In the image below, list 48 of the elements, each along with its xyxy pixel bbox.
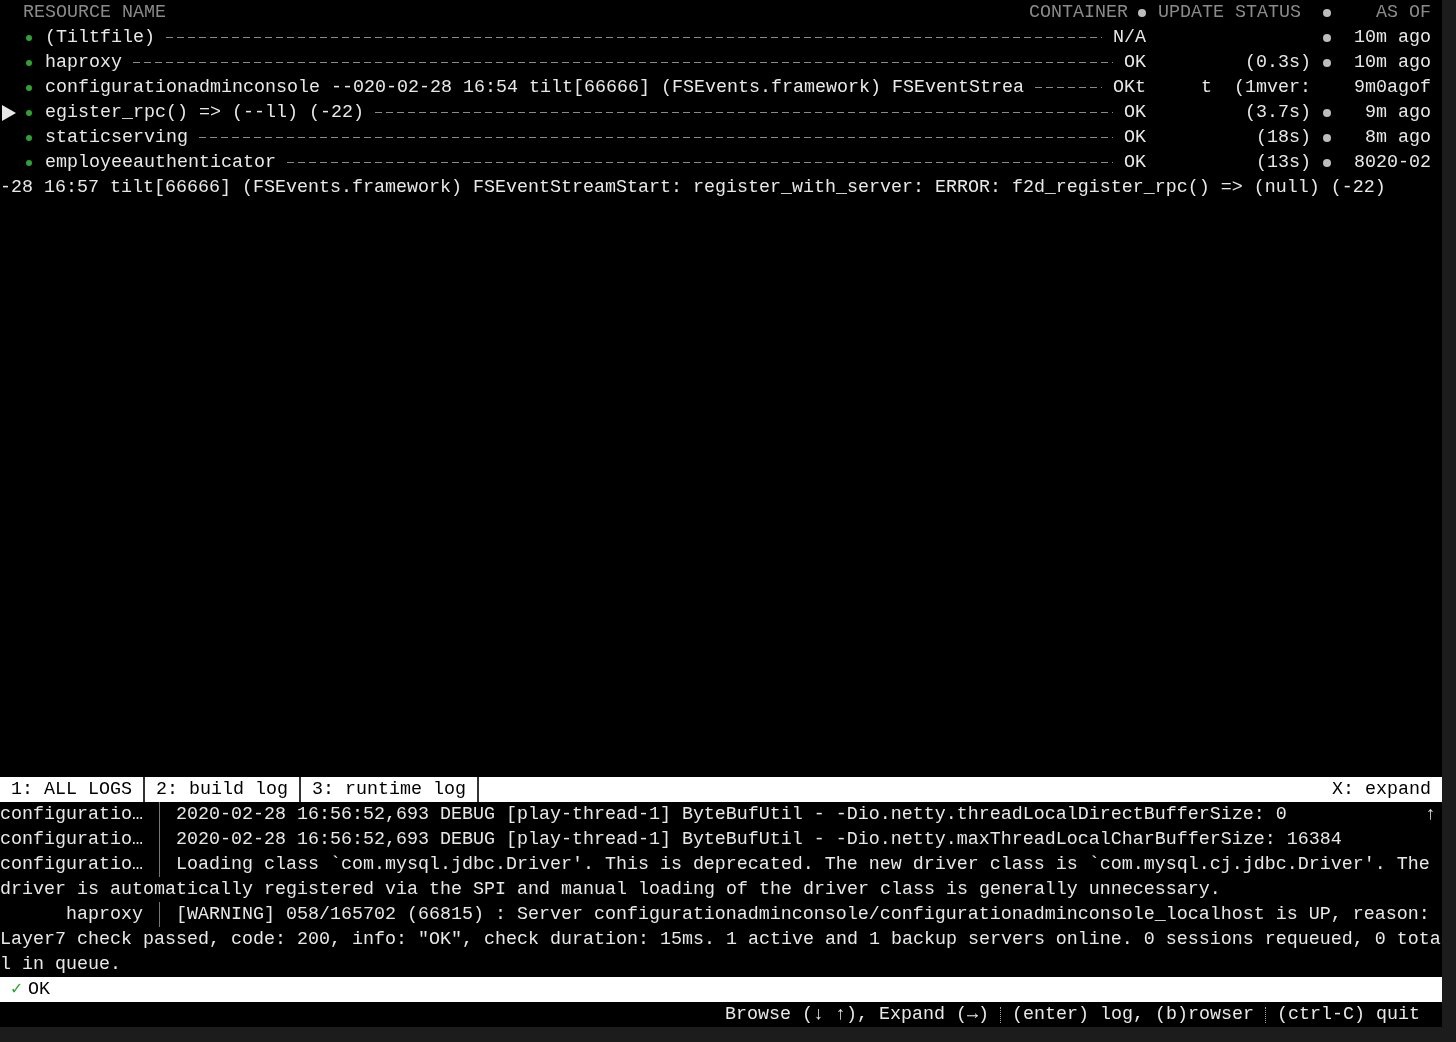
resource-name[interactable]: employeeauthenticator <box>45 150 276 175</box>
status-dot-icon <box>1138 8 1146 17</box>
resource-name[interactable]: (Tiltfile) <box>45 25 155 50</box>
duration-text: (13s) <box>1255 151 1311 175</box>
time-text: 9m0agof <box>1353 76 1432 100</box>
error-log-line: -28 16:57 tilt[66666] (FSEvents.framework) FSEventStreamStart: register_with_server: ERROR: f2d_register_rpc() => (null) (-22) <box>0 176 1387 200</box>
status-text: OK <box>28 979 51 1000</box>
status-text: OK <box>1124 51 1146 75</box>
status-text: OK <box>1124 101 1146 125</box>
key-hint: Browse (↓ ↑), Expand (→) <box>725 1003 990 1027</box>
duration-text: (0.3s) <box>1244 51 1311 75</box>
time-text: 10m ago <box>1353 26 1432 50</box>
status-dot-icon <box>26 110 32 116</box>
log-line: configuratio… 2020-02-28 16:56:52,693 DEBUG [play-thread-1] ByteBufUtil - -Dio.netty.maxThreadLocalCharBufferSize: 16384 <box>0 827 1343 852</box>
duration-text: t (1mver: <box>1200 76 1311 100</box>
leader-line <box>1034 87 1102 88</box>
time-text: 10m ago <box>1353 51 1432 75</box>
status-dot-icon <box>26 135 32 141</box>
status-dot-icon <box>26 35 32 41</box>
check-icon: ✓ <box>11 979 23 1000</box>
duration-text: (3.7s) <box>1244 101 1311 125</box>
status-dot-icon <box>1323 8 1331 17</box>
column-header: AS OF <box>1375 1 1432 25</box>
key-hint: (enter) log, (b)rowser <box>1012 1003 1254 1027</box>
key-hint: (ctrl-C) quit <box>1277 1003 1420 1027</box>
time-text: 8m ago <box>1364 126 1432 150</box>
status-text: OK <box>1124 126 1146 150</box>
log-line: haproxy [WARNING] 058/165702 (66815) : Server configurationadminconsole/configurationadminconsole_localhost is UP, reason: Layer7 check passed, code: 200, info: "OK", check duration: 15ms. 1 active and 1 backup servers online. 0 sessions requeued, 0 total in queue. <box>0 902 1441 977</box>
status-dot-icon <box>26 85 32 91</box>
status-text: OKt <box>1113 76 1146 100</box>
duration-text: (18s) <box>1255 126 1311 150</box>
column-header: RESOURCE NAME <box>23 1 166 25</box>
status-dot-icon <box>26 160 32 166</box>
expand-hint: X: expand <box>1332 778 1432 802</box>
time-text: 9m ago <box>1364 101 1432 125</box>
time-text: 8020-02 <box>1353 151 1432 175</box>
scroll-indicator: ↑ <box>1425 803 1436 827</box>
log-line: configuratio… Loading class `com.mysql.jdbc.Driver'. This is deprecated. The new driver class is `com.mysql.cj.jdbc.Driver'. The driver is automatically registered via the SPI and manual loading of the driver class is generally unnecessary. <box>0 852 1431 902</box>
resource-name[interactable]: haproxy <box>45 50 122 75</box>
column-header: UPDATE STATUS <box>1158 1 1301 25</box>
resource-name[interactable]: egister_rpc() => (--ll) (-22) <box>45 100 364 125</box>
status-text: OK <box>1124 151 1146 175</box>
resource-name[interactable]: configurationadminconsole <box>45 75 320 100</box>
status-dot-icon <box>26 60 32 66</box>
resource-name[interactable]: staticserving <box>45 125 188 150</box>
status-text: N/A <box>1113 26 1146 50</box>
log-overlay-text: --020-02-28 16:54 tilt[66666] (FSEvents.framework) FSEventStrea <box>330 76 1024 100</box>
column-header: CONTAINER <box>1029 1 1128 25</box>
